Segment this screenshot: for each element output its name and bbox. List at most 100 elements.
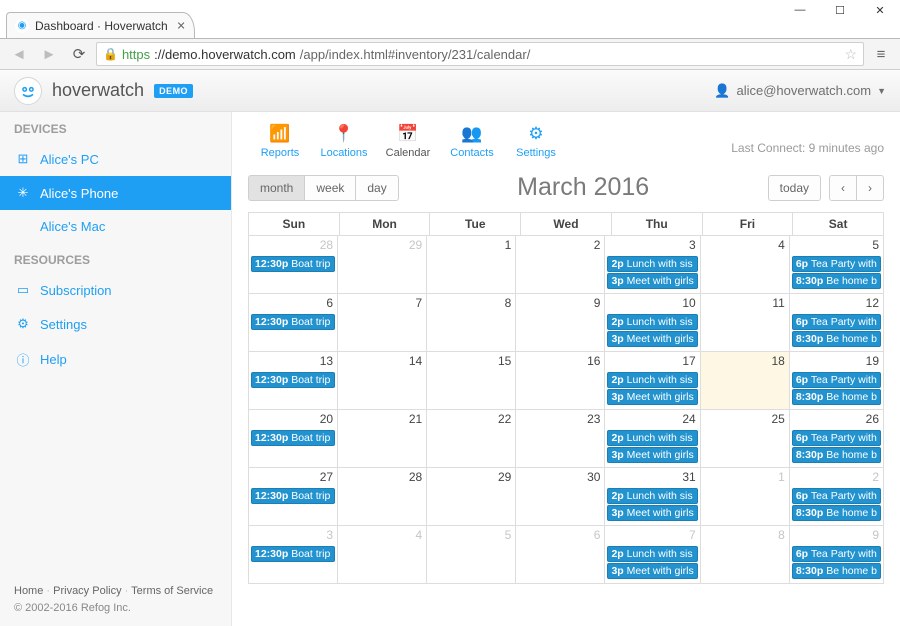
event[interactable]: 2p Lunch with sis: [607, 314, 697, 330]
event[interactable]: 8:30p Be home b: [792, 505, 881, 521]
sidebar-item-subscription[interactable]: ▭ Subscription: [0, 273, 231, 307]
footer-link-privacy[interactable]: Privacy Policy: [53, 585, 121, 597]
event[interactable]: 8:30p Be home b: [792, 331, 881, 347]
tab-locations[interactable]: 📍Locations: [312, 124, 376, 159]
day-cell[interactable]: 21: [338, 410, 427, 468]
view-month-button[interactable]: month: [248, 175, 305, 201]
day-cell[interactable]: 72p Lunch with sis3p Meet with girls: [605, 526, 700, 584]
browser-menu-icon[interactable]: ≡: [868, 42, 894, 66]
event[interactable]: 8:30p Be home b: [792, 273, 881, 289]
event[interactable]: 8:30p Be home b: [792, 389, 881, 405]
day-cell[interactable]: 8: [427, 294, 516, 352]
day-cell[interactable]: 22: [427, 410, 516, 468]
event[interactable]: 12:30p Boat trip: [251, 546, 335, 562]
tab-reports[interactable]: 📶Reports: [248, 124, 312, 159]
tab-contacts[interactable]: 👥Contacts: [440, 124, 504, 159]
day-cell[interactable]: 28 12:30p Boat trip: [249, 236, 338, 294]
event[interactable]: 3p Meet with girls: [607, 563, 697, 579]
day-cell[interactable]: 96p Tea Party with8:30p Be home b: [790, 526, 884, 584]
day-cell[interactable]: 1: [427, 236, 516, 294]
event[interactable]: 3p Meet with girls: [607, 505, 697, 521]
event[interactable]: 2p Lunch with sis: [607, 372, 697, 388]
next-month-button[interactable]: ›: [857, 175, 884, 201]
day-cell[interactable]: 30: [516, 468, 605, 526]
event[interactable]: 6p Tea Party with: [792, 314, 881, 330]
day-cell[interactable]: 4: [338, 526, 427, 584]
day-cell[interactable]: 4: [701, 236, 790, 294]
day-cell[interactable]: 16: [516, 352, 605, 410]
day-cell[interactable]: 5: [427, 526, 516, 584]
day-cell[interactable]: 242p Lunch with sis3p Meet with girls: [605, 410, 700, 468]
view-day-button[interactable]: day: [356, 175, 398, 201]
event[interactable]: 3p Meet with girls: [607, 389, 697, 405]
day-cell[interactable]: 11: [701, 294, 790, 352]
day-cell[interactable]: 196p Tea Party with8:30p Be home b: [790, 352, 884, 410]
day-cell[interactable]: 126p Tea Party with8:30p Be home b: [790, 294, 884, 352]
today-button[interactable]: today: [768, 175, 821, 201]
day-cell[interactable]: 266p Tea Party with8:30p Be home b: [790, 410, 884, 468]
event[interactable]: 8:30p Be home b: [792, 447, 881, 463]
reload-button[interactable]: ⟳: [66, 42, 92, 66]
day-cell[interactable]: 172p Lunch with sis3p Meet with girls: [605, 352, 700, 410]
day-cell[interactable]: 312:30p Boat trip: [249, 526, 338, 584]
event[interactable]: 8:30p Be home b: [792, 563, 881, 579]
day-cell[interactable]: 28: [338, 468, 427, 526]
day-cell[interactable]: 9: [516, 294, 605, 352]
day-cell[interactable]: 2012:30p Boat trip: [249, 410, 338, 468]
day-cell[interactable]: 5 6p Tea Party with 8:30p Be home b: [790, 236, 884, 294]
sidebar-item-pc[interactable]: ⊞ Alice's PC: [0, 142, 231, 176]
day-cell[interactable]: 29: [427, 468, 516, 526]
event[interactable]: 12:30p Boat trip: [251, 430, 335, 446]
day-cell[interactable]: 312p Lunch with sis3p Meet with girls: [605, 468, 700, 526]
tab-calendar[interactable]: 📅Calendar: [376, 124, 440, 159]
event[interactable]: 2p Lunch with sis: [607, 256, 697, 272]
day-cell[interactable]: 2712:30p Boat trip: [249, 468, 338, 526]
tab-settings[interactable]: ⚙Settings: [504, 124, 568, 159]
event[interactable]: 12:30p Boat trip: [251, 314, 335, 330]
back-button[interactable]: ◄: [6, 42, 32, 66]
sidebar-item-settings[interactable]: ⚙ Settings: [0, 307, 231, 341]
window-minimize-button[interactable]: —: [780, 0, 820, 20]
sidebar-item-phone[interactable]: ✳ Alice's Phone: [0, 176, 231, 210]
day-cell[interactable]: 1: [701, 468, 790, 526]
day-cell[interactable]: 26p Tea Party with8:30p Be home b: [790, 468, 884, 526]
day-cell[interactable]: 7: [338, 294, 427, 352]
address-bar[interactable]: 🔒 https://demo.hoverwatch.com/app/index.…: [96, 42, 864, 66]
day-cell[interactable]: 612:30p Boat trip: [249, 294, 338, 352]
day-cell[interactable]: 6: [516, 526, 605, 584]
bookmark-star-icon[interactable]: ☆: [844, 46, 857, 63]
event[interactable]: 3p Meet with girls: [607, 273, 697, 289]
window-maximize-button[interactable]: ☐: [820, 0, 860, 20]
tab-close-icon[interactable]: ✕: [177, 19, 186, 32]
event[interactable]: 12:30p Boat trip: [251, 488, 335, 504]
sidebar-item-mac[interactable]: Alice's Mac: [0, 210, 231, 243]
event[interactable]: 6p Tea Party with: [792, 430, 881, 446]
event[interactable]: 2p Lunch with sis: [607, 430, 697, 446]
day-cell[interactable]: 102p Lunch with sis3p Meet with girls: [605, 294, 700, 352]
event[interactable]: 6p Tea Party with: [792, 256, 881, 272]
day-cell[interactable]: 15: [427, 352, 516, 410]
event[interactable]: 6p Tea Party with: [792, 488, 881, 504]
day-cell[interactable]: 8: [701, 526, 790, 584]
day-cell[interactable]: 14: [338, 352, 427, 410]
footer-link-home[interactable]: Home: [14, 585, 43, 597]
event[interactable]: 12:30p Boat trip: [251, 256, 335, 272]
day-cell[interactable]: 2: [516, 236, 605, 294]
browser-tab[interactable]: ◉ Dashboard · Hoverwatch ✕: [6, 12, 195, 38]
event[interactable]: 6p Tea Party with: [792, 546, 881, 562]
event[interactable]: 2p Lunch with sis: [607, 546, 697, 562]
event[interactable]: 12:30p Boat trip: [251, 372, 335, 388]
day-cell[interactable]: 18: [701, 352, 790, 410]
day-cell[interactable]: 3 2p Lunch with sis 3p Meet with girls: [605, 236, 700, 294]
user-menu[interactable]: 👤 alice@hoverwatch.com ▼: [714, 83, 886, 99]
view-week-button[interactable]: week: [305, 175, 356, 201]
event[interactable]: 6p Tea Party with: [792, 372, 881, 388]
window-close-button[interactable]: ✕: [860, 0, 900, 20]
sidebar-item-help[interactable]: ⓘ Help: [0, 341, 231, 378]
day-cell[interactable]: 25: [701, 410, 790, 468]
prev-month-button[interactable]: ‹: [829, 175, 857, 201]
footer-link-tos[interactable]: Terms of Service: [131, 585, 213, 597]
event[interactable]: 3p Meet with girls: [607, 447, 697, 463]
day-cell[interactable]: 23: [516, 410, 605, 468]
day-cell[interactable]: 29: [338, 236, 427, 294]
